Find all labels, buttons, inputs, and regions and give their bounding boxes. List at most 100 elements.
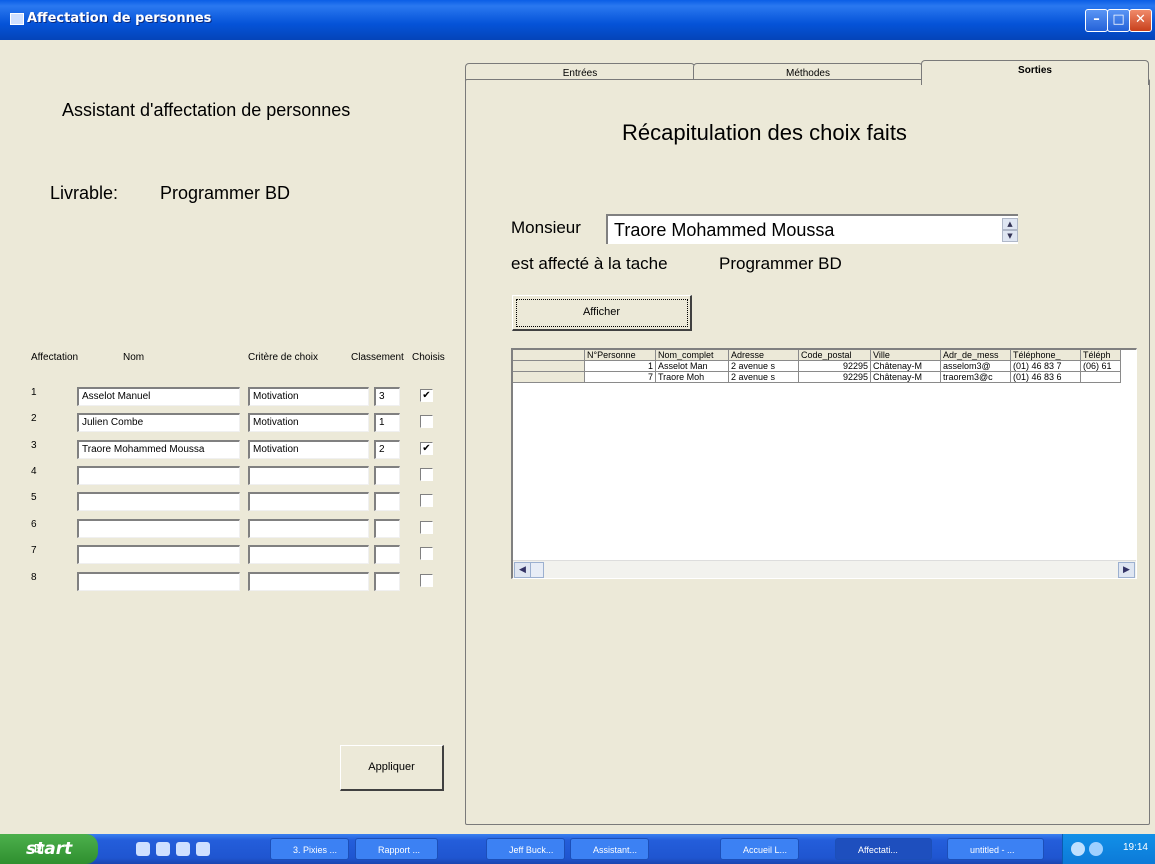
messenger-icon[interactable] [156, 842, 170, 856]
grid-header-cell[interactable]: Téléph [1081, 350, 1121, 361]
grid-cell[interactable] [513, 372, 585, 383]
media-icon[interactable] [176, 842, 190, 856]
grid-cell[interactable]: Châtenay-M [871, 361, 941, 372]
choisis-checkbox[interactable] [420, 547, 433, 560]
critere-field[interactable] [248, 545, 369, 564]
grid-cell[interactable]: (06) 61 [1081, 361, 1121, 372]
taskbar-item[interactable]: Assistant... [570, 838, 649, 860]
taskbar-item[interactable]: Jeff Buck... [486, 838, 565, 860]
nom-field[interactable]: Asselot Manuel [77, 387, 240, 406]
maximize-button[interactable]: □ [1107, 9, 1130, 32]
classement-field[interactable]: 1 [374, 413, 400, 432]
classement-field[interactable] [374, 519, 400, 538]
windows-logo-icon: ⊞ [34, 841, 45, 855]
grid-cell[interactable]: Traore Moh [656, 372, 729, 383]
nom-field[interactable] [77, 492, 240, 511]
critere-field[interactable] [248, 519, 369, 538]
assignment-row: 6 [0, 519, 460, 539]
nom-field[interactable] [77, 519, 240, 538]
clock: 19:14 [1122, 842, 1148, 853]
assignment-row: 1 Asselot Manuel Motivation 3 ✔ [0, 387, 460, 407]
apply-button[interactable]: Appliquer [340, 745, 444, 791]
choisis-checkbox[interactable] [420, 574, 433, 587]
grid-cell[interactable]: 92295 [799, 372, 871, 383]
spin-up-icon[interactable]: ▲ [1002, 218, 1018, 230]
grid-header-cell[interactable]: N°Personne [585, 350, 656, 361]
choisis-checkbox[interactable] [420, 521, 433, 534]
spin-down-icon[interactable]: ▼ [1002, 230, 1018, 242]
grid-header-cell[interactable]: Adresse [729, 350, 799, 361]
grid-header-cell[interactable]: Ville [871, 350, 941, 361]
choisis-checkbox[interactable] [420, 468, 433, 481]
choisis-checkbox[interactable] [420, 494, 433, 507]
grid-cell[interactable]: Châtenay-M [871, 372, 941, 383]
monsieur-label: Monsieur [511, 218, 581, 237]
grid-header-cell[interactable]: Adr_de_mess [941, 350, 1011, 361]
critere-field[interactable]: Motivation [248, 413, 369, 432]
row-number: 6 [31, 519, 37, 530]
scroll-right-icon[interactable]: ▶ [1118, 562, 1135, 578]
afficher-button[interactable]: Afficher [512, 295, 692, 331]
grid-header-cell[interactable]: Téléphone_ [1011, 350, 1081, 361]
minimize-button[interactable]: – [1085, 9, 1108, 32]
tab-sorties[interactable]: Sorties [921, 60, 1149, 85]
network-icon[interactable] [1071, 842, 1085, 856]
nom-field[interactable] [77, 466, 240, 485]
grid-header-cell[interactable]: Code_postal [799, 350, 871, 361]
assignment-row: 8 [0, 572, 460, 592]
update-icon[interactable] [1089, 842, 1103, 856]
taskbar-item[interactable]: Affectati... [835, 838, 932, 860]
results-grid[interactable]: N°Personne Nom_complet Adresse Code_postal V… [511, 348, 1137, 579]
nom-field[interactable] [77, 545, 240, 564]
critere-field[interactable] [248, 492, 369, 511]
choisis-checkbox[interactable]: ✔ [420, 442, 433, 455]
grid-header-cell[interactable] [513, 350, 585, 361]
header-nom: Nom [123, 352, 145, 363]
grid-cell[interactable] [513, 361, 585, 372]
start-button[interactable]: ⊞ start [0, 834, 98, 864]
window-title-bar[interactable]: Affectation de personnes – □ ✕ [0, 0, 1155, 40]
scroll-left-icon[interactable]: ◀ [514, 562, 531, 578]
grid-cell[interactable]: (01) 46 83 6 [1011, 372, 1081, 383]
grid-cell[interactable]: Asselot Man [656, 361, 729, 372]
folder-icon[interactable] [196, 842, 210, 856]
grid-cell[interactable]: (01) 46 83 7 [1011, 361, 1081, 372]
classement-field[interactable] [374, 492, 400, 511]
header-critere: Critère de choix [248, 352, 319, 363]
nom-field[interactable]: Julien Combe [77, 413, 240, 432]
grid-cell[interactable]: 7 [585, 372, 656, 383]
nom-field[interactable] [77, 572, 240, 591]
grid-cell[interactable] [1081, 372, 1121, 383]
critere-field[interactable]: Motivation [248, 440, 369, 459]
grid-cell[interactable]: asselom3@ [941, 361, 1011, 372]
person-selector[interactable]: Traore Mohammed Moussa ▲ ▼ [606, 214, 1018, 244]
critere-field[interactable] [248, 466, 369, 485]
classement-field[interactable] [374, 545, 400, 564]
taskbar-item[interactable]: Accueil L... [720, 838, 799, 860]
ie-icon[interactable] [136, 842, 150, 856]
critere-field[interactable] [248, 572, 369, 591]
wizard-title: Assistant d'affectation de personnes [62, 100, 351, 120]
classement-field[interactable]: 2 [374, 440, 400, 459]
grid-cell[interactable]: 2 avenue s [729, 372, 799, 383]
start-label: start [26, 839, 73, 859]
taskbar-item[interactable]: untitled - ... [947, 838, 1044, 860]
grid-cell[interactable]: 2 avenue s [729, 361, 799, 372]
grid-cell[interactable]: 92295 [799, 361, 871, 372]
taskbar-item[interactable]: 3. Pixies ... [270, 838, 349, 860]
choisis-checkbox[interactable] [420, 415, 433, 428]
horizontal-scrollbar[interactable]: ◀ ▶ [513, 560, 1136, 578]
scroll-thumb[interactable] [530, 562, 544, 578]
nom-field[interactable]: Traore Mohammed Moussa [77, 440, 240, 459]
grid-cell[interactable]: 1 [585, 361, 656, 372]
choisis-checkbox[interactable]: ✔ [420, 389, 433, 402]
grid-header-cell[interactable]: Nom_complet [656, 350, 729, 361]
classement-field[interactable] [374, 572, 400, 591]
classement-field[interactable]: 3 [374, 387, 400, 406]
person-spinner[interactable]: ▲ ▼ [1002, 218, 1018, 242]
close-button[interactable]: ✕ [1129, 9, 1152, 32]
grid-cell[interactable]: traorem3@c [941, 372, 1011, 383]
critere-field[interactable]: Motivation [248, 387, 369, 406]
classement-field[interactable] [374, 466, 400, 485]
taskbar-item[interactable]: Rapport ... [355, 838, 438, 860]
